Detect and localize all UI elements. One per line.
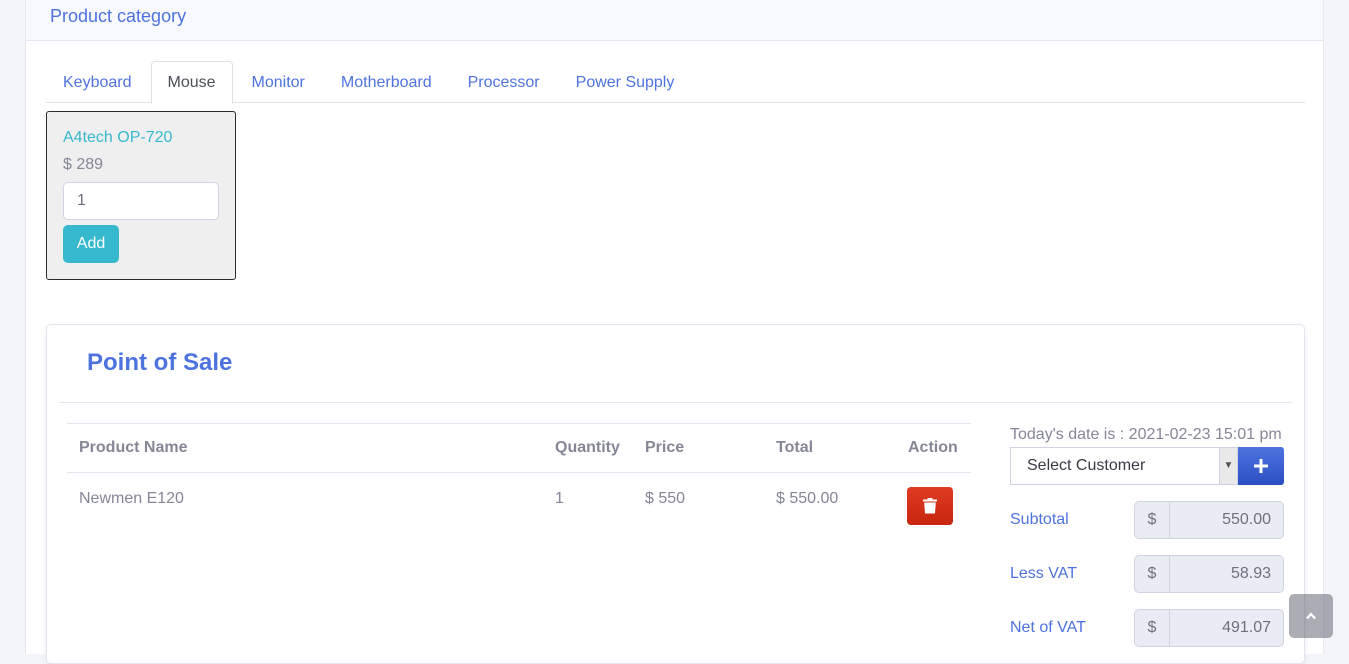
chevron-down-icon: ▼ (1219, 448, 1237, 484)
tab-mouse[interactable]: Mouse (150, 61, 233, 104)
pos-title: Point of Sale (87, 349, 233, 376)
delete-item-button[interactable] (907, 487, 953, 525)
subtotal-field: $ 550.00 (1134, 501, 1284, 539)
currency-prefix: $ (1134, 501, 1169, 539)
summary-subtotal: Subtotal $ 550.00 (1010, 501, 1284, 539)
sale-summary: Today's date is : 2021-02-23 15:01 pm Se… (1010, 423, 1284, 647)
subtotal-value: 550.00 (1169, 501, 1284, 539)
product-price: $ 289 (63, 156, 104, 173)
product-name: A4tech OP-720 (63, 129, 173, 146)
cell-total: $ 550.00 (776, 490, 839, 507)
currency-prefix: $ (1134, 609, 1169, 647)
current-date: Today's date is : 2021-02-23 15:01 pm (1010, 426, 1282, 443)
summary-net-of-vat: Net of VAT $ 491.07 (1010, 609, 1284, 647)
summary-less-vat: Less VAT $ 58.93 (1010, 555, 1284, 593)
chevron-up-icon (1306, 612, 1316, 620)
card-header: Product category (26, 0, 1323, 41)
trash-icon (923, 498, 937, 514)
column-header-price: Price (633, 423, 764, 473)
net-of-vat-value: 491.07 (1169, 609, 1284, 647)
customer-row: Select Customer ▼ (1010, 447, 1284, 485)
column-header-product-name: Product Name (67, 423, 543, 473)
subtotal-label: Subtotal (1010, 511, 1069, 528)
product-quantity-input[interactable] (63, 182, 219, 220)
scroll-to-top-button[interactable] (1289, 594, 1333, 638)
product-card: A4tech OP-720 $ 289 Add (46, 111, 236, 280)
category-tabs: Keyboard Mouse Monitor Motherboard Proce… (46, 61, 1305, 104)
add-button[interactable]: Add (63, 225, 119, 263)
tab-keyboard[interactable]: Keyboard (46, 61, 149, 103)
tab-processor[interactable]: Processor (451, 61, 557, 103)
divider (59, 402, 1292, 403)
plus-icon (1254, 459, 1268, 473)
column-header-action: Action (896, 423, 971, 473)
less-vat-field: $ 58.93 (1134, 555, 1284, 593)
cell-quantity: 1 (555, 490, 564, 507)
column-header-quantity: Quantity (543, 423, 633, 473)
less-vat-label: Less VAT (1010, 565, 1077, 582)
customer-select-value: Select Customer (1027, 457, 1146, 474)
net-of-vat-label: Net of VAT (1010, 619, 1086, 636)
customer-select[interactable]: Select Customer ▼ (1010, 447, 1238, 485)
cell-action (896, 473, 971, 525)
table-header-row: Product Name Quantity Price Total Action (67, 423, 971, 473)
tab-power-supply[interactable]: Power Supply (559, 61, 692, 103)
column-header-total: Total (764, 423, 896, 473)
sale-table: Product Name Quantity Price Total Action… (67, 423, 971, 525)
point-of-sale-card: Point of Sale Product Name Quantity Pric… (46, 324, 1305, 664)
cell-product-name: Newmen E120 (79, 490, 184, 507)
table-row: Newmen E120 1 $ 550 $ 550.00 (67, 473, 971, 525)
tab-monitor[interactable]: Monitor (235, 61, 322, 103)
product-category-card: Product category Keyboard Mouse Monitor … (25, 0, 1324, 664)
add-customer-button[interactable] (1238, 447, 1284, 485)
tab-motherboard[interactable]: Motherboard (324, 61, 449, 103)
card-title: Product category (50, 6, 187, 26)
net-of-vat-field: $ 491.07 (1134, 609, 1284, 647)
less-vat-value: 58.93 (1169, 555, 1284, 593)
cell-price: $ 550 (645, 490, 686, 507)
currency-prefix: $ (1134, 555, 1169, 593)
